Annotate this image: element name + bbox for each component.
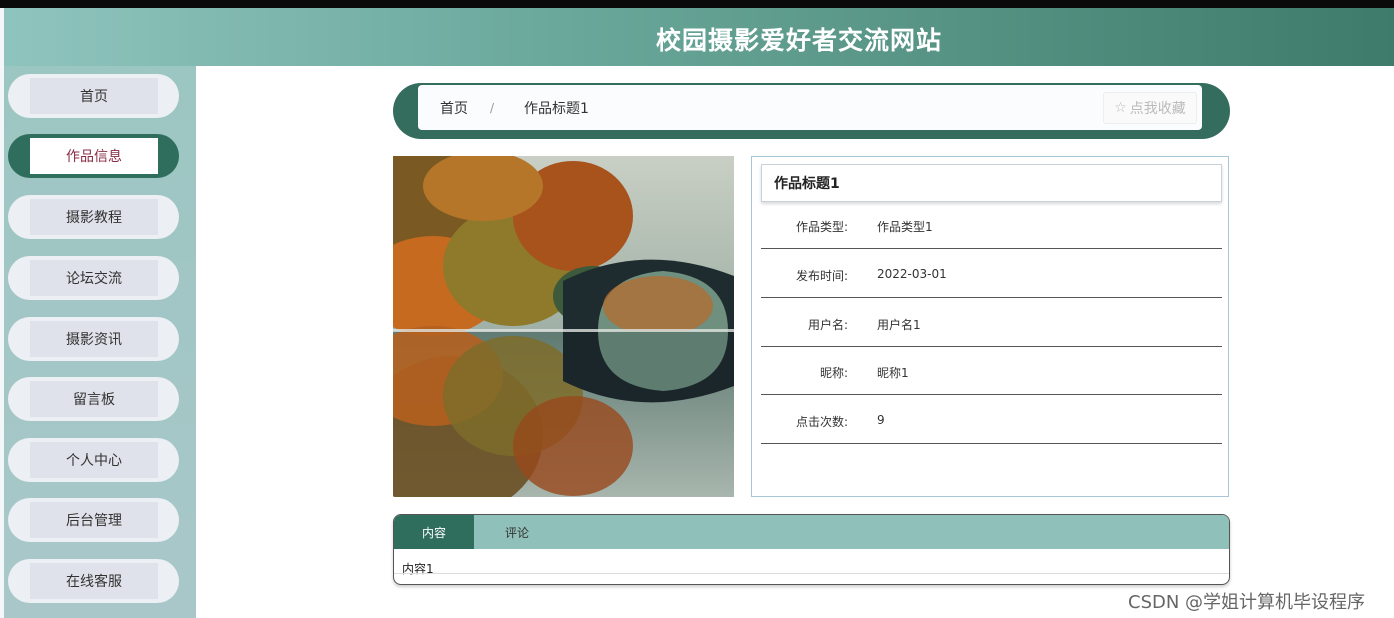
sidebar-item-label: 论坛交流: [30, 260, 158, 296]
detail-row: 发布时间: 2022-03-01: [761, 250, 1222, 298]
sidebar-item-label: 作品信息: [30, 138, 158, 174]
detail-value: 2022-03-01: [877, 267, 947, 281]
detail-row: 用户名: 用户名1: [761, 299, 1222, 347]
detail-row: 昵称: 昵称1: [761, 347, 1222, 395]
sidebar-nav: 首页 作品信息 摄影教程 论坛交流 摄影资讯 留言板 个人中心 后台管理 在线客…: [4, 66, 196, 618]
breadcrumb-current: 作品标题1: [524, 100, 589, 117]
detail-row: 作品类型: 作品类型1: [761, 201, 1222, 249]
tab-comments[interactable]: 评论: [477, 515, 557, 549]
content-tabs: 内容 评论 内容1: [393, 514, 1230, 585]
site-title: 校园摄影爱好者交流网站: [655, 26, 942, 55]
sidebar-item-label: 摄影教程: [30, 199, 158, 235]
breadcrumb-separator: /: [490, 100, 495, 115]
sidebar-item-label: 在线客服: [30, 563, 158, 599]
sidebar-item-forum[interactable]: 论坛交流: [8, 256, 179, 300]
detail-label: 昵称:: [819, 366, 848, 380]
breadcrumb-home-link[interactable]: 首页: [440, 98, 468, 118]
divider: [394, 573, 1229, 574]
sidebar-item-tutorials[interactable]: 摄影教程: [8, 195, 179, 239]
tab-content[interactable]: 内容: [394, 515, 474, 549]
sidebar-item-label: 留言板: [30, 381, 158, 417]
sidebar-item-messages[interactable]: 留言板: [8, 377, 179, 421]
favorite-button[interactable]: ☆ 点我收藏: [1103, 92, 1197, 124]
tab-panel-text: 内容1: [402, 562, 434, 576]
sidebar-item-label: 后台管理: [30, 502, 158, 538]
sidebar-item-label: 个人中心: [30, 442, 158, 478]
work-title: 作品标题1: [761, 164, 1222, 202]
detail-label: 发布时间:: [795, 269, 848, 283]
window-top-bar: [0, 0, 1394, 8]
breadcrumb: 首页 / 作品标题1: [418, 85, 1202, 130]
sidebar-item-label: 首页: [30, 78, 158, 114]
work-photo: [393, 156, 734, 497]
detail-value: 用户名1: [877, 318, 921, 332]
favorite-button-label: 点我收藏: [1129, 101, 1186, 117]
sidebar-item-home[interactable]: 首页: [8, 74, 179, 118]
star-outline-icon: ☆: [1114, 100, 1127, 116]
detail-row: 点击次数: 9: [761, 396, 1222, 444]
sidebar-item-label: 摄影资讯: [30, 321, 158, 357]
detail-value: 作品类型1: [877, 220, 933, 234]
work-detail-panel: 作品标题1 作品类型: 作品类型1 发布时间: 2022-03-01 用户名: …: [751, 156, 1229, 497]
watermark: CSDN @学姐计算机毕设程序: [1128, 592, 1366, 613]
tabs-bar: 内容 评论: [394, 515, 1229, 549]
site-header: 校园摄影爱好者交流网站: [4, 8, 1394, 66]
sidebar-item-works[interactable]: 作品信息: [8, 134, 179, 178]
sidebar-item-profile[interactable]: 个人中心: [8, 438, 179, 482]
detail-label: 点击次数:: [795, 415, 848, 429]
detail-label: 用户名:: [807, 318, 848, 332]
sidebar-item-support[interactable]: 在线客服: [8, 559, 179, 603]
sidebar-item-news[interactable]: 摄影资讯: [8, 317, 179, 361]
detail-value: 9: [877, 413, 885, 427]
sidebar-item-admin[interactable]: 后台管理: [8, 498, 179, 542]
detail-value: 昵称1: [877, 366, 909, 380]
detail-label: 作品类型:: [795, 220, 848, 234]
